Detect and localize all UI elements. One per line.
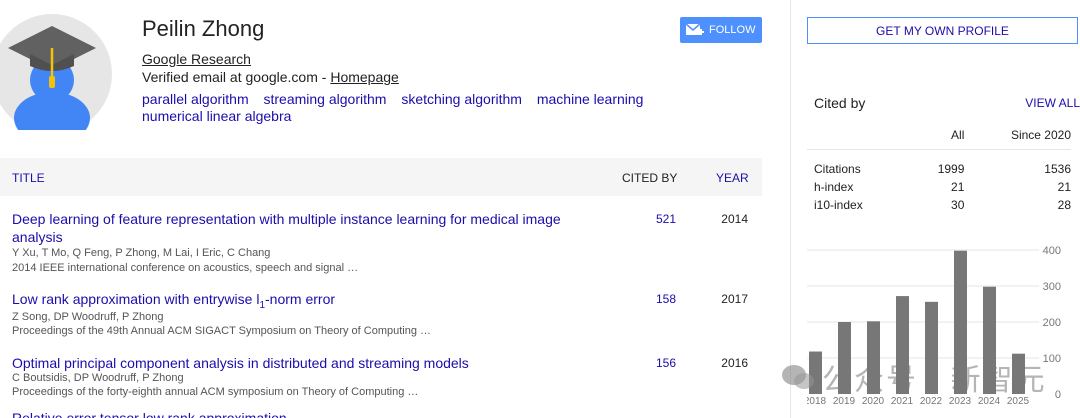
paper-title-link[interactable]: Optimal principal component analysis in … — [12, 354, 602, 372]
cited-by-column-header[interactable]: CITED BY — [622, 171, 677, 185]
interest-link[interactable]: machine learning — [537, 91, 644, 107]
paper-authors: C Boutsidis, DP Woodruff, P Zhong — [12, 372, 184, 384]
stat-label: i10-index — [814, 198, 863, 212]
title-text: -norm error — [265, 291, 336, 307]
paper-title-link[interactable]: Deep learning of feature representation … — [12, 210, 602, 246]
paper-authors: Z Song, DP Woodruff, P Zhong — [12, 311, 164, 323]
y-tick-label: 400 — [1043, 245, 1061, 257]
profile-name: Peilin Zhong — [142, 16, 265, 41]
stat-value-all: 21 — [951, 180, 965, 194]
y-tick-label: 200 — [1043, 317, 1061, 329]
cited-by-count-link[interactable]: 156 — [640, 356, 676, 370]
interest-link[interactable]: numerical linear algebra — [142, 108, 291, 124]
y-tick-label: 0 — [1055, 389, 1061, 401]
paper-venue: 2014 IEEE international conference on ac… — [12, 262, 359, 274]
homepage-link[interactable]: Homepage — [330, 69, 399, 85]
paper-venue: Proceedings of the 49th Annual ACM SIGAC… — [12, 325, 432, 337]
wechat-icon — [782, 365, 814, 389]
sort-by-title[interactable]: TITLE — [12, 171, 45, 185]
research-interests: parallel algorithm streaming algorithm s… — [142, 91, 662, 125]
stat-value-since: 28 — [1057, 198, 1071, 212]
stat-value-since: 1536 — [1044, 162, 1071, 177]
cited-by-heading: Cited by — [814, 95, 866, 111]
follow-label: FOLLOW — [709, 24, 756, 36]
verified-email-text: Verified email at google.com - — [142, 69, 331, 85]
paper-venue: Proceedings of the forty-eighth annual A… — [12, 386, 419, 398]
affiliation-link[interactable]: Google Research — [142, 51, 251, 67]
paper-year: 2014 — [721, 212, 748, 226]
cited-by-count-link[interactable]: 521 — [640, 212, 676, 226]
citation-stats-table: All Since 2020 Citations 1999 1536 h-ind… — [807, 122, 1071, 214]
stat-label: Citations — [814, 162, 861, 177]
stat-label: h-index — [814, 180, 854, 194]
get-my-own-profile-button[interactable]: GET MY OWN PROFILE — [807, 17, 1078, 44]
watermark-text: 公众号 · 新智元 — [822, 364, 1047, 397]
stats-corner — [807, 122, 917, 150]
stat-value-since: 21 — [1057, 180, 1071, 194]
stat-value-all: 30 — [951, 198, 965, 212]
profile-avatar — [0, 14, 112, 130]
verified-email-line: Verified email at google.com - Homepage — [142, 69, 399, 85]
view-all-link[interactable]: VIEW ALL — [1025, 96, 1080, 110]
paper-year: 2017 — [721, 292, 748, 306]
title-text: Low rank approximation with entrywise l — [12, 291, 260, 307]
y-tick-label: 300 — [1043, 281, 1061, 293]
interest-link[interactable]: streaming algorithm — [264, 91, 387, 107]
paper-year: 2016 — [721, 356, 748, 370]
column-header-all: All — [917, 122, 965, 150]
interest-link[interactable]: parallel algorithm — [142, 91, 249, 107]
sort-by-year[interactable]: YEAR — [716, 171, 749, 185]
paper-title-link[interactable]: Relative error tensor low rank approxima… — [12, 410, 287, 418]
watermark: 公众号 · 新智元 — [780, 355, 1047, 399]
stat-value-all: 1999 — [937, 162, 965, 177]
interest-link[interactable]: sketching algorithm — [401, 91, 522, 107]
paper-authors: Y Xu, T Mo, Q Feng, P Zhong, M Lai, I Er… — [12, 247, 271, 259]
follow-button[interactable]: FOLLOW — [680, 17, 762, 43]
graduate-cap-icon — [8, 26, 96, 130]
column-header-since: Since 2020 — [964, 122, 1071, 150]
cited-by-count-link[interactable]: 158 — [640, 292, 676, 306]
mail-icon — [685, 23, 704, 35]
articles-table-header: TITLE CITED BY YEAR — [0, 158, 762, 196]
